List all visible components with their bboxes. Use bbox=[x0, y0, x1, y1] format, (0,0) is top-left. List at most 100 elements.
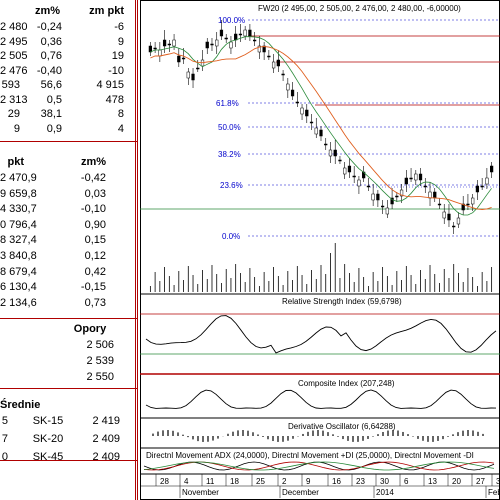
candle bbox=[167, 43, 171, 46]
table-row[interactable]: 29 38,1 8 bbox=[0, 107, 138, 121]
table-cell: 0,5 bbox=[46, 93, 62, 106]
table-cell: 9 659,8 bbox=[0, 187, 37, 200]
table-row[interactable]: 5 SK-15 2 419 bbox=[0, 414, 138, 428]
table-row[interactable]: 6 130,4 -0,15 bbox=[0, 280, 138, 294]
quotes-panel: zm% zm pkt 2 480 -0,24 -6 2 495 0,36 9 2 505 0,76… bbox=[0, 0, 138, 500]
table-cell: 8 bbox=[117, 108, 124, 120]
x-tick-label: 4 bbox=[184, 477, 189, 486]
candle bbox=[333, 149, 337, 157]
candle bbox=[181, 57, 186, 60]
candle bbox=[196, 67, 200, 70]
candle bbox=[338, 159, 342, 162]
x-tick-label: 20 bbox=[452, 477, 461, 486]
candle bbox=[229, 41, 233, 49]
price-chart[interactable]: FW20 (2 495,00, 2 505,00, 2 476,00, 2 48… bbox=[140, 0, 500, 500]
table-row[interactable]: 0 796,4 0,90 bbox=[0, 218, 138, 232]
table-row[interactable]: 2 134,6 0,73 bbox=[0, 296, 138, 310]
table-cell: 2 480 bbox=[0, 21, 28, 33]
x-tick-label: 11 bbox=[206, 477, 215, 486]
table-cell: 2 419 bbox=[92, 415, 120, 427]
table-row[interactable]: 7 SK-20 2 409 bbox=[0, 432, 138, 446]
table-row[interactable]: 4 330,7 -0,10 bbox=[0, 202, 138, 216]
table-cell: 0,03 bbox=[84, 187, 106, 200]
candle bbox=[243, 29, 247, 37]
list-item[interactable]: 2 550 bbox=[0, 370, 138, 384]
composite-title: Composite Index (207,248) bbox=[298, 379, 395, 388]
x-tick-label: 23 bbox=[356, 477, 365, 486]
table-cell: 0 bbox=[1, 451, 8, 463]
fib-level-label: 38.2% bbox=[218, 150, 241, 159]
candle bbox=[191, 73, 195, 81]
candle bbox=[248, 29, 252, 37]
table-cell: 8 679,4 bbox=[0, 265, 37, 278]
table-cell: 4 330,7 bbox=[0, 203, 37, 216]
candle bbox=[471, 197, 475, 205]
rsi-title: Relative Strength Index (59,6798) bbox=[282, 297, 402, 306]
table-row[interactable]: 2 476 -0,40 -10 bbox=[0, 64, 138, 78]
table-cell: 2 505 bbox=[0, 50, 28, 62]
candle bbox=[238, 33, 243, 36]
table-row[interactable]: 2 495 0,36 9 bbox=[0, 35, 138, 49]
table-row[interactable]: 9 659,8 0,03 bbox=[0, 187, 138, 201]
table-cell: -0,10 bbox=[80, 203, 106, 216]
section-divider bbox=[0, 318, 138, 319]
candle bbox=[485, 177, 489, 185]
composite-line bbox=[145, 389, 497, 409]
candle bbox=[423, 185, 427, 188]
table-cell: 2 470,9 bbox=[0, 172, 37, 184]
x-tick-label: 13 bbox=[428, 477, 437, 486]
table-row[interactable]: 593 56,6 4 915 bbox=[0, 78, 138, 92]
x-tick-label: 25 bbox=[256, 477, 265, 486]
table-cell: SK-15 bbox=[32, 415, 64, 427]
section-divider bbox=[0, 388, 138, 389]
rsi-line bbox=[145, 315, 497, 354]
srednie-title: Średnie bbox=[0, 399, 41, 411]
chart-panel[interactable]: FW20 (2 495,00, 2 505,00, 2 476,00, 2 48… bbox=[140, 0, 500, 500]
table-cell: 2 409 bbox=[92, 433, 120, 445]
table-row[interactable]: 0 SK-45 2 409 bbox=[0, 450, 138, 464]
list-item[interactable]: 2 539 bbox=[0, 354, 138, 368]
table-row[interactable]: 9 0,9 4 bbox=[0, 122, 138, 136]
table1-col-header: zm% bbox=[34, 5, 60, 17]
table-cell: -0,15 bbox=[80, 281, 106, 294]
candle bbox=[466, 203, 470, 206]
candle bbox=[490, 165, 494, 173]
table-cell: -10 bbox=[108, 64, 124, 77]
candle bbox=[371, 193, 375, 201]
candle bbox=[234, 33, 238, 41]
table-cell: 38,1 bbox=[40, 108, 62, 120]
fib-level-label: 23.6% bbox=[220, 181, 243, 190]
table-row[interactable]: 2 470,9 -0,42 bbox=[0, 171, 138, 185]
candle bbox=[409, 177, 413, 180]
candle bbox=[324, 143, 328, 146]
candle bbox=[267, 55, 271, 58]
table-cell: 2 476 bbox=[0, 64, 28, 77]
x-tick-label: 27 bbox=[476, 477, 485, 486]
candle bbox=[319, 129, 323, 137]
candle bbox=[158, 49, 162, 57]
table-cell: 2 313 bbox=[0, 93, 28, 106]
fib-level-label: 0.0% bbox=[222, 232, 240, 241]
table-cell: 0,15 bbox=[84, 234, 106, 247]
candle bbox=[380, 205, 385, 208]
table-row[interactable]: 8 679,4 0,42 bbox=[0, 265, 138, 279]
candle bbox=[385, 207, 389, 215]
candle bbox=[347, 165, 352, 173]
list-item[interactable]: 2 506 bbox=[0, 338, 138, 352]
candle bbox=[210, 43, 214, 46]
candle bbox=[215, 39, 219, 47]
table-row[interactable]: 8 327,4 0,15 bbox=[0, 233, 138, 247]
candle bbox=[437, 203, 442, 206]
table-cell: -0,40 bbox=[36, 64, 62, 77]
candle bbox=[357, 179, 361, 187]
candle bbox=[224, 37, 228, 40]
table-row[interactable]: 2 480 -0,24 -6 bbox=[0, 20, 138, 34]
opory-value: 2 506 bbox=[86, 339, 114, 351]
candle bbox=[433, 191, 437, 199]
table-row[interactable]: 2 505 0,76 19 bbox=[0, 49, 138, 63]
table-row[interactable]: 3 840,8 0,12 bbox=[0, 249, 138, 263]
table-row[interactable]: 2 313 0,5 478 bbox=[0, 93, 138, 107]
table-cell: 0,12 bbox=[84, 250, 106, 262]
table-cell: 19 bbox=[111, 50, 124, 62]
candle bbox=[475, 185, 480, 193]
